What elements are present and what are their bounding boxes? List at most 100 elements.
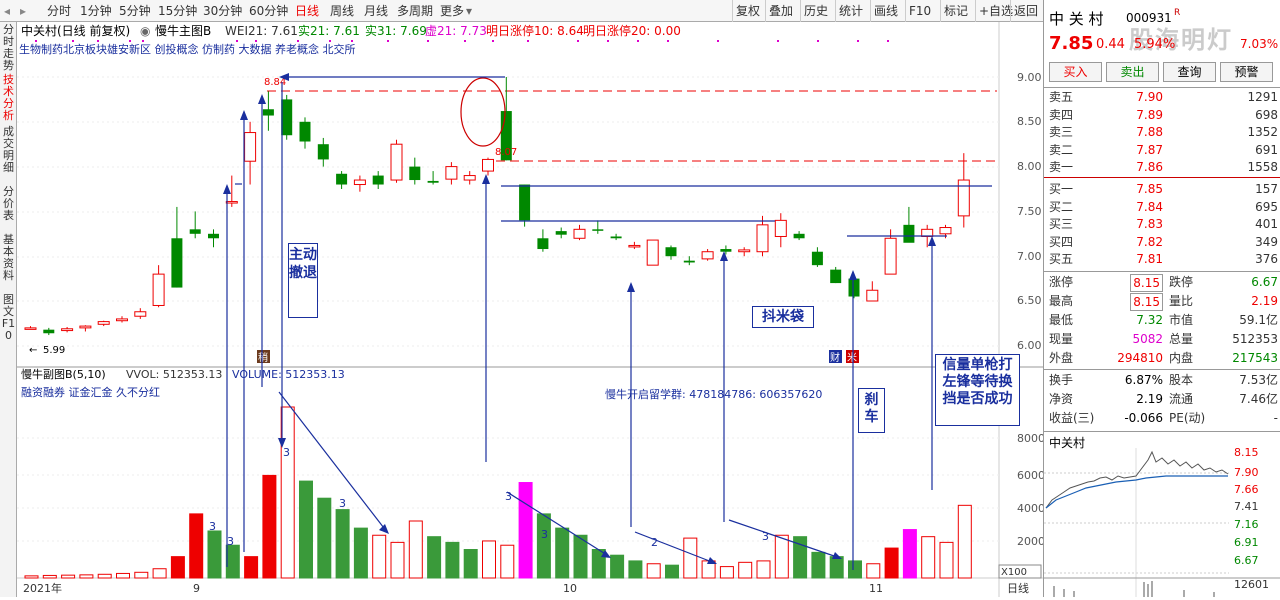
volume-bar [390, 541, 405, 579]
volume-bar [408, 520, 423, 579]
stat-row: 涨停 8.15 跌停 6.67 [1049, 274, 1278, 292]
sell-level-row[interactable]: 卖五 7.90 1291 [1044, 89, 1280, 105]
period-tab[interactable]: 15分钟 [158, 0, 197, 22]
buy-level-row[interactable]: 买二 7.84 695 [1044, 199, 1280, 215]
volume-bar [848, 560, 862, 579]
row-label: 买一 [1049, 182, 1074, 196]
vvol-value: VVOL: 512353.13 [126, 368, 222, 381]
alert-button[interactable]: 预警 [1220, 62, 1273, 82]
signal-dot [255, 40, 257, 42]
period-tab-active[interactable]: 日线 [295, 0, 319, 22]
period-tab[interactable]: 月线 [364, 0, 388, 22]
more-dropdown[interactable]: 更多 [440, 0, 464, 22]
row-volume: 401 [1255, 217, 1278, 232]
quote-panel: 中 关 村 000931 R 股海明灯 7.85 0.44 5.94% 7.03… [1043, 0, 1280, 597]
price-tick: 7.50 [1017, 205, 1042, 218]
period-label: 日线 [1007, 581, 1029, 595]
signal-dot [667, 40, 669, 42]
mid-price-label: 8.07 [495, 147, 517, 158]
sell-button[interactable]: 卖出 [1106, 62, 1159, 82]
row-volume: 349 [1255, 234, 1278, 249]
row-price: 7.85 [1136, 182, 1163, 196]
toolbar-button[interactable]: 返回 [1010, 0, 1041, 22]
date-tick: 10 [563, 582, 577, 595]
candle [646, 239, 659, 266]
mini-volume: 12601 [1234, 578, 1269, 591]
row-price: 7.86 [1136, 160, 1163, 175]
query-button[interactable]: 查询 [1163, 62, 1216, 82]
tab-timeshare[interactable]: 分时走势 [1, 24, 16, 72]
tab-technical[interactable]: 技术分析 [1, 74, 16, 122]
annotation-brake: 刹车 [858, 388, 885, 433]
period-tab[interactable]: 周线 [330, 0, 354, 22]
volume-bar [353, 527, 368, 579]
mini-tick: 8.15 [1234, 448, 1259, 459]
buy-level-row[interactable]: 买一 7.85 157 [1044, 181, 1280, 197]
buy-level-row[interactable]: 买四 7.82 349 [1044, 234, 1280, 250]
sell-level-row[interactable]: 卖四 7.89 698 [1044, 107, 1280, 123]
volume-tick: 8000 [1017, 432, 1043, 445]
volume-bar [463, 549, 478, 579]
period-tab[interactable]: 5分钟 [119, 0, 151, 22]
row-label: 买二 [1049, 199, 1074, 214]
svg-text:3: 3 [209, 520, 216, 533]
sell-level-row[interactable]: 卖一 7.86 1558 [1044, 159, 1280, 175]
chevron-down-icon[interactable]: ▾ [466, 0, 472, 22]
toolbar-button[interactable]: 复权 [732, 0, 763, 22]
row-price: 7.82 [1136, 234, 1163, 249]
kline-chart[interactable]: 中关村(日线 前复权) ◉ 慢牛主图B WEI21: 7.61 实21: 7.6… [17, 22, 1045, 597]
back-arrow-icon[interactable]: ◂ [4, 0, 10, 22]
signal-dot [637, 40, 639, 42]
volume-bar [829, 556, 844, 579]
signal-dot [817, 40, 819, 42]
volume-bar [665, 564, 679, 579]
price-tick: 6.50 [1017, 294, 1042, 307]
signal-dot [35, 40, 37, 42]
mini-intraday-chart[interactable]: 8.15 7.90 7.66 7.41 7.16 6.91 6.67 12601 [1044, 448, 1280, 597]
toolbar-button[interactable]: 画线 [870, 0, 901, 22]
tab-trades[interactable]: 成交明细 [1, 126, 16, 174]
stat-row: 净资 2.19 流通 7.46亿 [1049, 392, 1278, 406]
toolbar-button[interactable]: 统计 [835, 0, 866, 22]
forward-arrow-icon[interactable]: ▸ [20, 0, 26, 22]
toolbar-button[interactable]: 叠加 [765, 0, 796, 22]
annotation-signal: 信量单枪打左锋等待换挡是否成功 [935, 354, 1020, 426]
period-tab[interactable]: 60分钟 [249, 0, 288, 22]
signal-dot [887, 40, 889, 42]
volume-bar [683, 537, 698, 579]
signal-dot [329, 40, 331, 42]
period-tab[interactable]: 多周期 [397, 0, 433, 22]
volume-bar [134, 571, 149, 579]
row-price: 7.89 [1136, 107, 1163, 122]
volume-bar [244, 556, 259, 579]
signal-dot [857, 40, 859, 42]
toolbar-button[interactable]: F10 [905, 0, 934, 22]
tab-basic-info[interactable]: 基本资料 [1, 234, 16, 282]
volume-bar [536, 513, 551, 579]
period-tab[interactable]: 分时 [47, 0, 71, 22]
volume-bar [170, 556, 185, 579]
period-tab[interactable]: 1分钟 [80, 0, 112, 22]
period-tab[interactable]: 30分钟 [203, 0, 242, 22]
row-volume: 157 [1255, 182, 1278, 196]
date-tick: 2021年 [23, 581, 62, 595]
tab-price-table[interactable]: 分价表 [1, 186, 16, 222]
signal-dot [427, 40, 429, 42]
sell-level-row[interactable]: 卖三 7.88 1352 [1044, 124, 1280, 140]
sell-level-row[interactable]: 卖二 7.87 691 [1044, 142, 1280, 158]
signal-dot [236, 40, 238, 42]
toolbar-button[interactable]: 历史 [800, 0, 831, 22]
stat-row: 最低 7.32 市值 59.1亿 [1049, 313, 1278, 327]
volume-bar [555, 527, 570, 579]
row-label: 卖五 [1049, 90, 1074, 104]
volume-bar [719, 566, 734, 579]
toolbar-button[interactable]: 标记 [940, 0, 971, 22]
tab-f10[interactable]: 图文F10 [1, 294, 16, 342]
buy-level-row[interactable]: 买五 7.81 376 [1044, 251, 1280, 267]
buy-level-row[interactable]: 买三 7.83 401 [1044, 216, 1280, 232]
chart-area[interactable]: 中关村(日线 前复权) ◉ 慢牛主图B WEI21: 7.61 实21: 7.6… [17, 22, 1045, 597]
concepts-line: 生物制药北京板块雄安新区 创投概念 仿制药 大数据 养老概念 北交所 [19, 42, 355, 56]
shi21-value: 实21: 7.61 [298, 23, 360, 38]
buy-button[interactable]: 买入 [1049, 62, 1102, 82]
volume-bar [518, 482, 533, 579]
